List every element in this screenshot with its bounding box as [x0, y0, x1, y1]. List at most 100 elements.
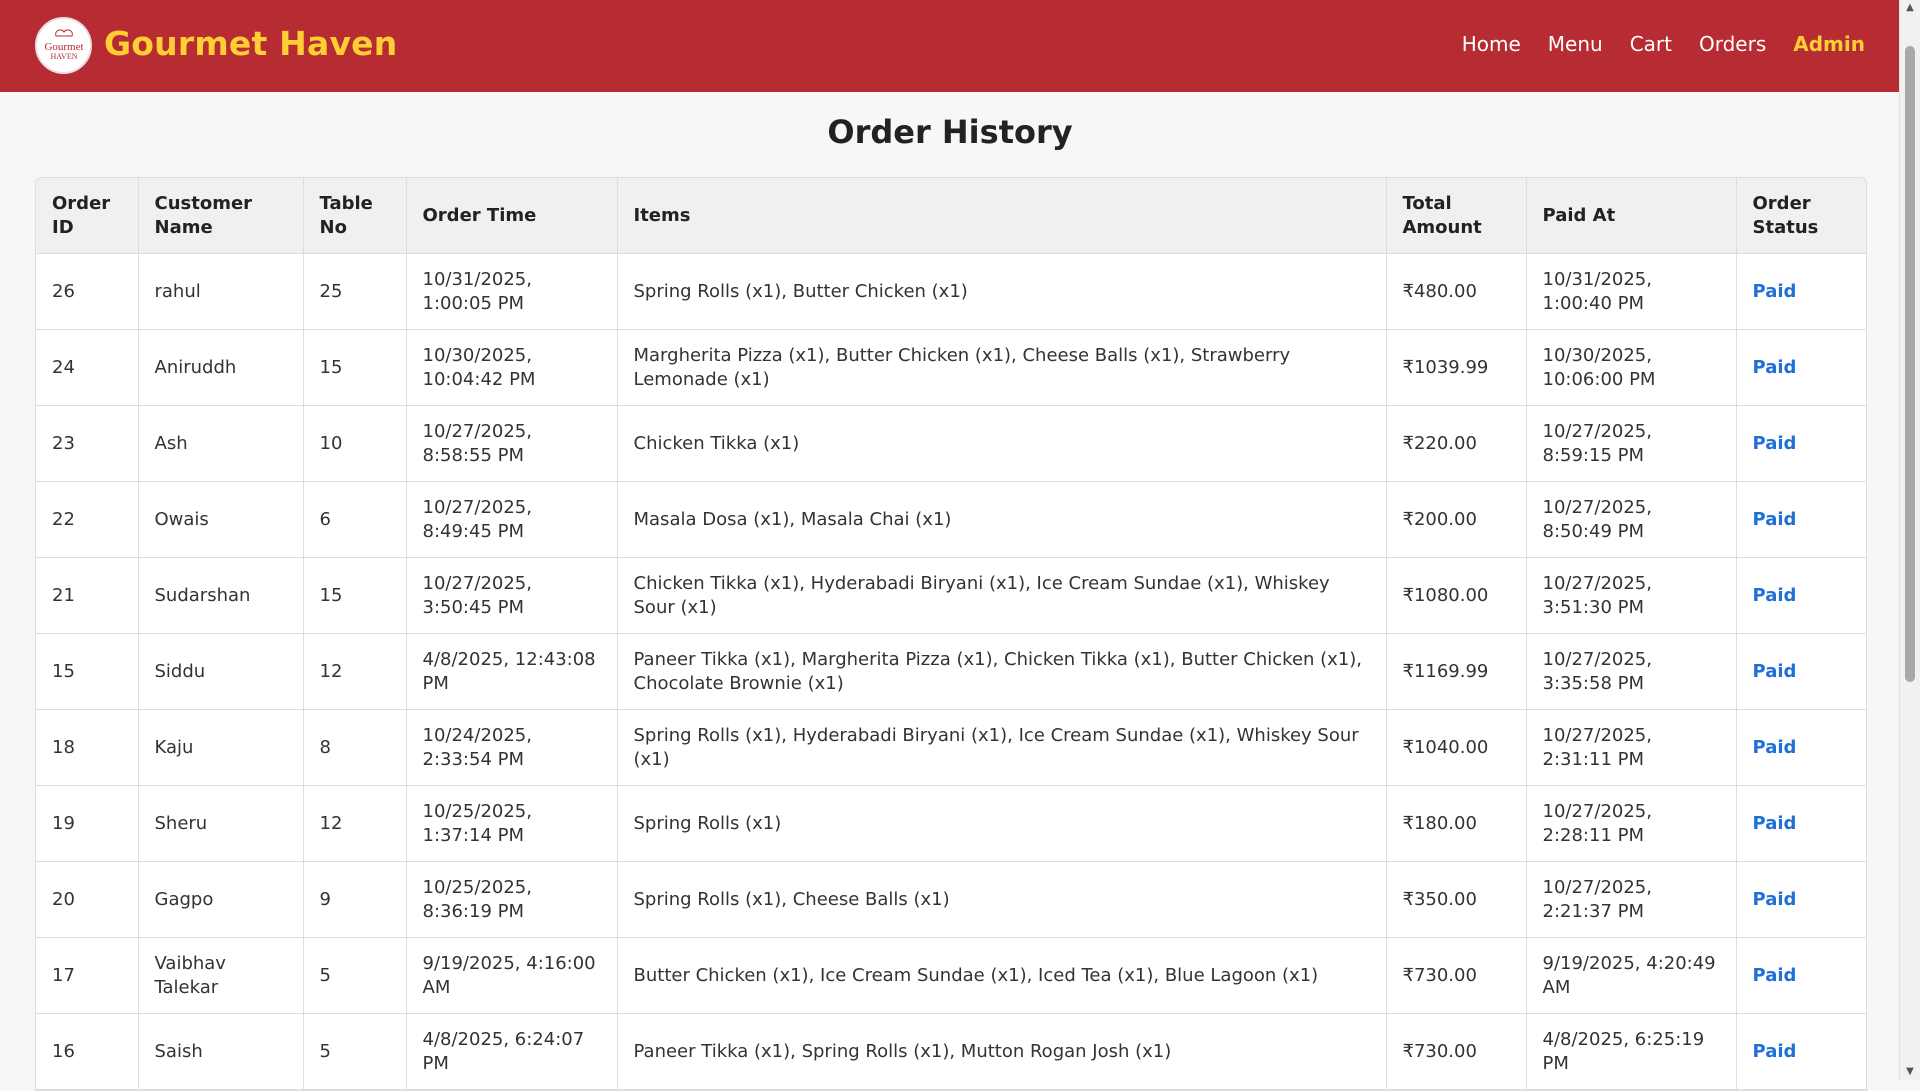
status-paid-link[interactable]: Paid	[1753, 509, 1797, 530]
cell-paid-at: 10/27/2025, 8:50:49 PM	[1526, 481, 1737, 558]
cell-table-no: 5	[303, 937, 407, 1014]
cell-order-id: 19	[36, 785, 139, 862]
cell-order-time: 9/19/2025, 4:16:00 AM	[406, 937, 618, 1014]
cell-customer-name: Owais	[138, 481, 304, 558]
status-paid-link[interactable]: Paid	[1753, 965, 1797, 986]
cell-paid-at: 10/27/2025, 8:59:15 PM	[1526, 405, 1737, 482]
cell-paid-at: 10/27/2025, 2:21:37 PM	[1526, 861, 1737, 938]
cell-order-time: 10/30/2025, 10:04:42 PM	[406, 329, 618, 406]
scrollbar-thumb[interactable]	[1905, 46, 1915, 682]
cell-table-no: 8	[303, 709, 407, 786]
cell-customer-name: Kaju	[138, 709, 304, 786]
nav-orders[interactable]: Orders	[1699, 32, 1766, 56]
header-total-amount: Total Amount	[1386, 178, 1527, 254]
cell-total-amount: ₹480.00	[1386, 253, 1527, 330]
cell-paid-at: 10/27/2025, 2:28:11 PM	[1526, 785, 1737, 862]
nav-home[interactable]: Home	[1462, 32, 1521, 56]
cell-items: Chicken Tikka (x1), Hyderabadi Biryani (…	[617, 557, 1387, 634]
cell-table-no: 10	[303, 405, 407, 482]
cell-items: Margherita Pizza (x1), Butter Chicken (x…	[617, 329, 1387, 406]
cell-paid-at: 10/30/2025, 10:06:00 PM	[1526, 329, 1737, 406]
cell-total-amount: ₹730.00	[1386, 1013, 1527, 1090]
cell-total-amount: ₹1080.00	[1386, 557, 1527, 634]
cell-order-id: 16	[36, 1013, 139, 1090]
cell-customer-name: Gagpo	[138, 861, 304, 938]
cell-customer-name: Sudarshan	[138, 557, 304, 634]
table-row: 17 Vaibhav Talekar 5 9/19/2025, 4:16:00 AM B…	[36, 937, 1866, 1014]
cell-order-id: 24	[36, 329, 139, 406]
status-paid-link[interactable]: Paid	[1753, 661, 1797, 682]
brand-name[interactable]: Gourmet Haven	[104, 24, 397, 63]
cell-total-amount: ₹1039.99	[1386, 329, 1527, 406]
order-history-table: Order ID Customer Name Table No Order Ti…	[35, 177, 1867, 1091]
cell-order-id: 18	[36, 709, 139, 786]
cell-customer-name: rahul	[138, 253, 304, 330]
cell-table-no: 12	[303, 633, 407, 710]
status-paid-link[interactable]: Paid	[1753, 357, 1797, 378]
cell-order-time: 4/8/2025, 12:43:08 PM	[406, 633, 618, 710]
cell-customer-name: Saish	[138, 1013, 304, 1090]
cell-order-status: Paid	[1736, 253, 1866, 330]
cell-items: Chicken Tikka (x1)	[617, 405, 1387, 482]
cell-paid-at: 9/19/2025, 4:20:49 AM	[1526, 937, 1737, 1014]
table-row: 21 Sudarshan 15 10/27/2025, 3:50:45 PM Chick…	[36, 557, 1866, 634]
status-paid-link[interactable]: Paid	[1753, 433, 1797, 454]
cell-order-time: 4/8/2025, 6:24:07 PM	[406, 1013, 618, 1090]
restaurant-logo-icon[interactable]: Gourmet HAVEN	[35, 17, 92, 74]
table-row: 20 Gagpo 9 10/25/2025, 8:36:19 PM Spring Rol…	[36, 861, 1866, 938]
nav-menu[interactable]: Menu	[1548, 32, 1603, 56]
cell-order-id: 17	[36, 937, 139, 1014]
cell-order-time: 10/25/2025, 1:37:14 PM	[406, 785, 618, 862]
nav-admin[interactable]: Admin	[1793, 32, 1865, 56]
arrow-down-icon[interactable]: ▼	[1900, 1064, 1920, 1080]
table-row: 18 Kaju 8 10/24/2025, 2:33:54 PM Spring Roll…	[36, 709, 1866, 786]
cell-paid-at: 4/8/2025, 6:25:19 PM	[1526, 1013, 1737, 1090]
nav-cart[interactable]: Cart	[1630, 32, 1672, 56]
cell-paid-at: 10/27/2025, 3:35:58 PM	[1526, 633, 1737, 710]
cell-order-id: 22	[36, 481, 139, 558]
cell-order-id: 20	[36, 861, 139, 938]
header-order-status: Order Status	[1736, 178, 1866, 254]
cell-items: Spring Rolls (x1)	[617, 785, 1387, 862]
header-customer-name: Customer Name	[138, 178, 304, 254]
cell-items: Paneer Tikka (x1), Spring Rolls (x1), Mu…	[617, 1013, 1387, 1090]
arrow-up-icon[interactable]: ▲	[1900, 0, 1920, 16]
cell-order-status: Paid	[1736, 937, 1866, 1014]
table-row: 24 Aniruddh 15 10/30/2025, 10:04:42 PM Margh…	[36, 329, 1866, 406]
chef-hat-logo-icon: Gourmet HAVEN	[44, 28, 83, 61]
status-paid-link[interactable]: Paid	[1753, 281, 1797, 302]
cell-order-time: 10/27/2025, 8:49:45 PM	[406, 481, 618, 558]
cell-customer-name: Ash	[138, 405, 304, 482]
table-row: 23 Ash 10 10/27/2025, 8:58:55 PM Chicken Tik…	[36, 405, 1866, 482]
cell-customer-name: Siddu	[138, 633, 304, 710]
cell-order-status: Paid	[1736, 709, 1866, 786]
cell-paid-at: 10/27/2025, 3:51:30 PM	[1526, 557, 1737, 634]
table-row: 16 Saish 5 4/8/2025, 6:24:07 PM Paneer Tikka…	[36, 1013, 1866, 1090]
page-title: Order History	[827, 113, 1073, 151]
cell-total-amount: ₹1040.00	[1386, 709, 1527, 786]
cell-order-id: 23	[36, 405, 139, 482]
cell-items: Paneer Tikka (x1), Margherita Pizza (x1)…	[617, 633, 1387, 710]
status-paid-link[interactable]: Paid	[1753, 813, 1797, 834]
cell-order-status: Paid	[1736, 405, 1866, 482]
status-paid-link[interactable]: Paid	[1753, 889, 1797, 910]
cell-order-time: 10/27/2025, 3:50:45 PM	[406, 557, 618, 634]
cell-order-id: 26	[36, 253, 139, 330]
cell-table-no: 5	[303, 1013, 407, 1090]
table-body: 26 rahul 25 10/31/2025, 1:00:05 PM Spring Ro…	[36, 253, 1866, 1090]
cell-order-time: 10/24/2025, 2:33:54 PM	[406, 709, 618, 786]
status-paid-link[interactable]: Paid	[1753, 1041, 1797, 1062]
nav-links: Home Menu Cart Orders Admin	[1462, 32, 1865, 56]
status-paid-link[interactable]: Paid	[1753, 737, 1797, 758]
cell-total-amount: ₹200.00	[1386, 481, 1527, 558]
cell-order-status: Paid	[1736, 861, 1866, 938]
cell-order-time: 10/25/2025, 8:36:19 PM	[406, 861, 618, 938]
cell-items: Butter Chicken (x1), Ice Cream Sundae (x…	[617, 937, 1387, 1014]
cell-total-amount: ₹730.00	[1386, 937, 1527, 1014]
cell-items: Masala Dosa (x1), Masala Chai (x1)	[617, 481, 1387, 558]
cell-order-status: Paid	[1736, 785, 1866, 862]
cell-order-status: Paid	[1736, 329, 1866, 406]
status-paid-link[interactable]: Paid	[1753, 585, 1797, 606]
cell-table-no: 12	[303, 785, 407, 862]
page-scrollbar[interactable]: ▲ ▼	[1899, 0, 1920, 1080]
